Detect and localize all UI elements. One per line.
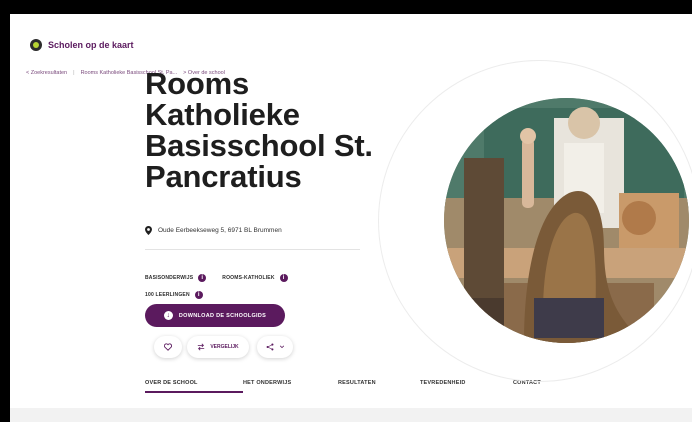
logo-icon (30, 39, 42, 51)
school-photo (444, 98, 689, 343)
share-button[interactable] (257, 336, 293, 358)
students-count: 100 LEERLINGEN (145, 292, 190, 298)
tag-row: BASISONDERWIJS i ROOMS-KATHOLIEK i (145, 274, 288, 282)
school-address: Oude Eerbeekseweg 5, 6971 BL Brummen (145, 226, 282, 235)
page-title: Rooms Katholieke Basisschool St. Pancrat… (145, 66, 373, 194)
heart-icon (164, 343, 172, 351)
share-icon (266, 343, 273, 351)
favorite-button[interactable] (154, 336, 182, 358)
tag-denomination: ROOMS-KATHOLIEK i (222, 274, 288, 282)
compare-button[interactable]: VERGELIJK (187, 336, 249, 358)
screen-border (0, 0, 10, 422)
download-label: DOWNLOAD DE SCHOOLGIDS (178, 312, 267, 319)
info-icon[interactable]: i (198, 274, 207, 282)
tab-tevredenheid[interactable]: TEVREDENHEID (420, 380, 513, 386)
breadcrumb-back-link[interactable]: < Zoekresultaten (26, 70, 67, 76)
tab-het-onderwijs[interactable]: HET ONDERWIJS (243, 380, 338, 386)
site-logo[interactable]: Scholen op de kaart (30, 39, 134, 51)
students-row: 100 LEERLINGEN i (145, 291, 203, 299)
info-icon[interactable]: i (194, 291, 203, 299)
bottom-strip (10, 408, 692, 422)
pin-icon (145, 226, 152, 235)
compare-label: VERGELIJK (210, 344, 239, 350)
tag-label: ROOMS-KATHOLIEK (222, 275, 275, 281)
classroom-illustration (444, 98, 689, 343)
address-text: Oude Eerbeekseweg 5, 6971 BL Brummen (158, 227, 282, 234)
tab-resultaten[interactable]: RESULTATEN (338, 380, 420, 386)
tag-students: 100 LEERLINGEN i (145, 291, 203, 299)
tag-school-type: BASISONDERWIJS i (145, 274, 207, 282)
breadcrumb-separator: | (73, 70, 75, 76)
download-icon: ↓ (163, 311, 173, 320)
tab-over-de-school[interactable]: OVER DE SCHOOL (145, 380, 243, 393)
download-schoolgids-button[interactable]: ↓ DOWNLOAD DE SCHOOLGIDS (145, 304, 285, 327)
compare-icon (198, 343, 205, 351)
divider (145, 249, 360, 250)
tag-label: BASISONDERWIJS (145, 275, 194, 281)
site-name: Scholen op de kaart (48, 40, 134, 50)
info-icon[interactable]: i (279, 274, 288, 282)
chevron-down-icon (279, 345, 284, 349)
tab-bar: OVER DE SCHOOL HET ONDERWIJS RESULTATEN … (145, 380, 541, 393)
